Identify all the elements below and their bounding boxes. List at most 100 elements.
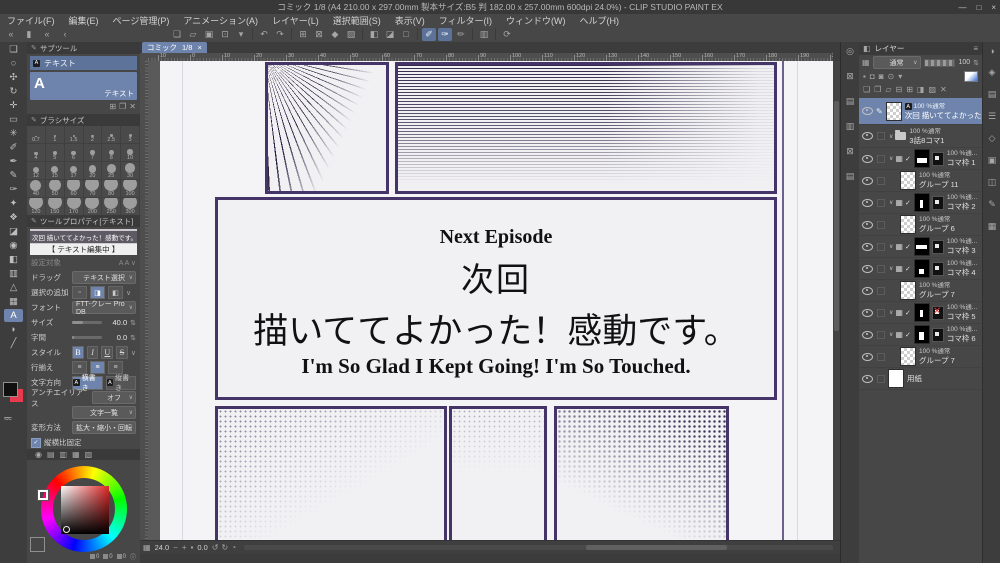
tracking-slider[interactable]	[72, 336, 102, 339]
text-tool[interactable]: A	[4, 309, 23, 322]
figure-tool[interactable]: △	[4, 281, 23, 294]
apply-mask-icon[interactable]: ▨	[928, 85, 936, 94]
layer-check-box[interactable]	[877, 243, 885, 251]
brush-size-150[interactable]: 150	[46, 198, 65, 216]
font-dropdown[interactable]: FTT-クレー Pro DB	[72, 301, 136, 314]
create-mask-icon[interactable]: ◨	[917, 85, 925, 94]
brush-size-30[interactable]: 30	[121, 162, 140, 180]
layer-row-2[interactable]: ∨▦✓100 %通...コマ枠 1	[859, 148, 982, 170]
layer-check-box[interactable]	[877, 353, 885, 361]
operation-tool[interactable]: ❏	[4, 43, 23, 56]
material-panel-icon[interactable]: ▤	[846, 96, 855, 107]
layer-visibility-icon[interactable]	[862, 287, 873, 295]
alpha-lock-icon[interactable]: ◘	[870, 72, 875, 81]
invert-selection-icon[interactable]: ⊠	[312, 28, 326, 41]
layer-row-9[interactable]: ∨▦✓100 %通...コマ枠 5	[859, 302, 982, 324]
layer-property-panel-icon[interactable]: ▤	[846, 171, 855, 182]
material2-panel-icon[interactable]: ▥	[846, 121, 855, 132]
brush-size-12[interactable]: 12	[27, 162, 46, 180]
layer-visibility-icon[interactable]	[862, 243, 873, 251]
decoration-tool[interactable]: ❖	[4, 211, 23, 224]
brush-size-8[interactable]: 8	[102, 144, 121, 162]
collapse-arrow-icon[interactable]: ∨	[889, 133, 893, 140]
foreground-color-swatch[interactable]	[3, 382, 18, 397]
history-panel-icon[interactable]: ⊠	[846, 146, 854, 157]
vertical-scrollbar[interactable]	[833, 61, 840, 540]
color-wheel[interactable]: 000ⓘ	[27, 460, 140, 563]
blend-combo-icon[interactable]: ▦	[862, 58, 870, 67]
antialias-dropdown[interactable]: オフ	[92, 391, 136, 404]
menu-dock-icon[interactable]: ☰	[988, 111, 996, 122]
layer-visibility-icon[interactable]	[862, 107, 873, 115]
collapse-arrow-icon[interactable]: ∨	[889, 309, 893, 316]
undo-icon[interactable]: ↶	[257, 28, 271, 41]
close-button[interactable]: ×	[991, 3, 996, 12]
brush-size-50[interactable]: 50	[46, 180, 65, 198]
brush-size-1[interactable]: 1	[46, 126, 65, 144]
delete-layer-icon[interactable]: ✕	[940, 85, 947, 94]
layer-visibility-icon[interactable]	[862, 375, 873, 383]
layer-visibility-icon[interactable]	[862, 199, 873, 207]
opacity-value[interactable]: 100	[958, 59, 970, 66]
layer-row-6[interactable]: ∨▦✓100 %通...コマ枠 3	[859, 236, 982, 258]
merge-down-icon[interactable]: ⊞	[906, 85, 913, 94]
grid-dock-icon[interactable]: ▦	[988, 221, 997, 232]
collapse-left-icon[interactable]: «	[4, 28, 18, 41]
layer-row-12[interactable]: 用紙	[859, 368, 982, 390]
brush-size-2[interactable]: 2	[84, 126, 103, 144]
fill-tool[interactable]: ◧	[4, 253, 23, 266]
brush-size-60[interactable]: 60	[65, 180, 84, 198]
color-set-tab-icon[interactable]: ▥	[60, 450, 68, 459]
menu-item-1[interactable]: 編集(E)	[62, 14, 106, 27]
edit-dock-icon[interactable]: ✎	[988, 199, 996, 210]
divider-handle-icon[interactable]: ▮	[22, 28, 36, 41]
brush-size-17[interactable]: 17	[65, 162, 84, 180]
canvas-viewport[interactable]: Next Episode 次回 描いててよかった！感動です。 I'm So Gl…	[148, 61, 833, 540]
blend-mode-dropdown[interactable]: 通常	[873, 56, 921, 69]
layer-row-0[interactable]: ✎A100 %通常次回 描いててよかった！	[859, 98, 982, 125]
back-icon[interactable]: ‹	[58, 28, 72, 41]
frame-border-icon[interactable]: □	[399, 28, 413, 41]
correct-line-tool[interactable]: ╱	[4, 337, 23, 350]
layer-row-1[interactable]: ∨100 %通常3話8コマ1	[859, 125, 982, 148]
brush-size-6[interactable]: 6	[65, 144, 84, 162]
swatch-dock-icon[interactable]: ◈	[989, 67, 996, 78]
snap-special-ruler-icon[interactable]: ✑	[438, 28, 452, 41]
pin-layer-icon[interactable]: ▪	[863, 72, 866, 81]
size-value[interactable]: 40.0	[105, 318, 127, 327]
document-tab[interactable]: コミック 1/8 ×	[142, 42, 207, 53]
open-icon[interactable]: ▱	[186, 28, 200, 41]
collapse-arrow-icon[interactable]: ∨	[889, 199, 893, 206]
reset-rotation-icon[interactable]: ◔	[231, 543, 236, 552]
color-circle-dock-icon[interactable]: ◑	[989, 46, 994, 56]
brush-size-40[interactable]: 40	[27, 180, 46, 198]
layer-visibility-icon[interactable]	[862, 309, 873, 317]
brush-size-1.5[interactable]: 1.5	[65, 126, 84, 144]
strikethrough-button[interactable]: S	[116, 346, 128, 359]
layer-visibility-icon[interactable]	[862, 221, 873, 229]
style-more-icon[interactable]: ∨	[131, 349, 136, 357]
vertical-text-button[interactable]: A縦書き	[106, 376, 137, 390]
layers-tab[interactable]: レイヤー	[875, 43, 905, 54]
aspect-ratio-checkbox[interactable]: ✓	[31, 438, 41, 448]
size-stepper[interactable]: ⇅	[130, 319, 136, 327]
menu-item-4[interactable]: レイヤー(L)	[265, 14, 326, 27]
rotation-value[interactable]: 0.0	[197, 543, 207, 552]
snap-grid-icon[interactable]: ✏	[454, 28, 468, 41]
menu-item-0[interactable]: ファイル(F)	[0, 14, 62, 27]
layers-dock-icon[interactable]: ◫	[988, 177, 997, 188]
pixel-grid-icon[interactable]: ▦	[143, 543, 151, 552]
print-menu-icon[interactable]: ▾	[234, 28, 248, 41]
layer-check-box[interactable]	[877, 132, 885, 140]
rotate-right-icon[interactable]: ↻	[222, 543, 229, 552]
brush-size-25[interactable]: 25	[102, 162, 121, 180]
brush-size-10[interactable]: 10	[121, 144, 140, 162]
sv-marker[interactable]	[63, 526, 70, 533]
layer-visibility-icon[interactable]	[862, 132, 873, 140]
menu-item-7[interactable]: フィルター(I)	[432, 14, 499, 27]
opacity-stepper[interactable]: ⇅	[973, 59, 979, 67]
menu-item-5[interactable]: 選択範囲(S)	[326, 14, 388, 27]
menu-item-8[interactable]: ウィンドウ(W)	[499, 14, 573, 27]
delete-subtool-icon[interactable]: ✕	[129, 102, 136, 111]
layer-row-4[interactable]: ∨▦✓100 %通...コマ枠 2	[859, 192, 982, 214]
